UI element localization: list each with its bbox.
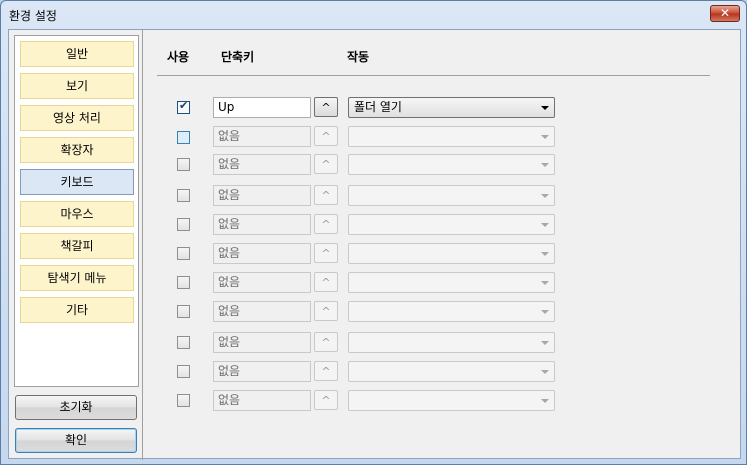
reset-button[interactable]: 초기화: [15, 395, 137, 420]
sidebar-item-explorer-menu[interactable]: 탐색기 메뉴: [20, 265, 134, 291]
action-select[interactable]: [348, 332, 555, 353]
modifier-button[interactable]: ^: [314, 301, 338, 321]
shortcut-input[interactable]: 없음: [213, 214, 311, 235]
ok-button[interactable]: 확인: [15, 428, 137, 453]
title-bar[interactable]: 환경 설정 ✕: [1, 1, 746, 29]
sidebar-item-other[interactable]: 기타: [20, 297, 134, 323]
use-checkbox[interactable]: [177, 158, 190, 171]
reset-button-label: 초기화: [59, 400, 93, 414]
column-header-shortcut: 단축키: [221, 50, 255, 64]
modifier-button[interactable]: ^: [314, 97, 338, 117]
sidebar-item-label: 일반: [65, 47, 89, 61]
modifier-button[interactable]: ^: [314, 185, 338, 205]
shortcut-input[interactable]: 없음: [213, 185, 311, 206]
sidebar-item-label: 탐색기 메뉴: [47, 271, 107, 285]
chevron-down-icon: [541, 399, 549, 403]
sidebar-item-general[interactable]: 일반: [20, 41, 134, 67]
modifier-button[interactable]: ^: [314, 154, 338, 174]
close-icon: ✕: [719, 6, 731, 20]
action-select[interactable]: [348, 185, 555, 206]
column-header-action: 작동: [347, 50, 370, 64]
modifier-button[interactable]: ^: [314, 214, 338, 234]
use-checkbox[interactable]: [177, 131, 190, 144]
shortcut-input[interactable]: 없음: [213, 154, 311, 175]
sidebar-item-label: 확장자: [60, 143, 94, 157]
use-checkbox[interactable]: [177, 336, 190, 349]
header-divider: [157, 75, 710, 76]
sidebar-item-keyboard[interactable]: 키보드: [20, 169, 134, 195]
action-select[interactable]: [348, 390, 555, 411]
use-checkbox[interactable]: [177, 189, 190, 202]
panel-divider: [142, 30, 143, 460]
action-select[interactable]: [348, 126, 555, 147]
use-checkbox[interactable]: [177, 218, 190, 231]
shortcut-input[interactable]: 없음: [213, 390, 311, 411]
category-list: 일반 보기 영상 처리 확장자 키보드 마우스 책갈피 탐색기 메뉴 기타: [14, 35, 139, 387]
chevron-down-icon: [541, 281, 549, 285]
dialog-body: 일반 보기 영상 처리 확장자 키보드 마우스 책갈피 탐색기 메뉴 기타 초기…: [8, 29, 741, 460]
shortcut-input[interactable]: 없음: [213, 243, 311, 264]
sidebar-item-view[interactable]: 보기: [20, 73, 134, 99]
action-select[interactable]: [348, 361, 555, 382]
window-title: 환경 설정: [9, 9, 57, 23]
chevron-down-icon: [541, 310, 549, 314]
close-button[interactable]: ✕: [710, 5, 740, 22]
check-icon: ✔: [179, 99, 189, 112]
modifier-button[interactable]: ^: [314, 332, 338, 352]
shortcut-input[interactable]: 없음: [213, 272, 311, 293]
action-select[interactable]: [348, 154, 555, 175]
use-checkbox[interactable]: [177, 247, 190, 260]
chevron-down-icon: [541, 223, 549, 227]
sidebar-item-bookmarks[interactable]: 책갈피: [20, 233, 134, 259]
column-header-use: 사용: [167, 50, 190, 64]
sidebar-item-image-processing[interactable]: 영상 처리: [20, 105, 134, 131]
shortcut-input[interactable]: 없음: [213, 361, 311, 382]
chevron-down-icon: [541, 341, 549, 345]
action-select[interactable]: [348, 301, 555, 322]
modifier-button[interactable]: ^: [314, 390, 338, 410]
action-select[interactable]: [348, 243, 555, 264]
chevron-down-icon: [541, 370, 549, 374]
chevron-down-icon: [541, 106, 549, 110]
sidebar-item-label: 키보드: [60, 175, 94, 189]
shortcut-input[interactable]: 없음: [213, 301, 311, 322]
chevron-down-icon: [541, 194, 549, 198]
use-checkbox[interactable]: [177, 394, 190, 407]
action-select[interactable]: [348, 214, 555, 235]
sidebar-item-label: 기타: [65, 303, 89, 317]
shortcut-input[interactable]: 없음: [213, 126, 311, 147]
modifier-button[interactable]: ^: [314, 126, 338, 146]
action-select-value: 폴더 열기: [354, 100, 402, 114]
chevron-down-icon: [541, 135, 549, 139]
ok-button-label: 확인: [64, 433, 88, 447]
sidebar-item-label: 마우스: [60, 207, 94, 221]
action-select[interactable]: [348, 272, 555, 293]
shortcut-input[interactable]: Up: [213, 97, 311, 118]
chevron-down-icon: [541, 252, 549, 256]
sidebar-item-label: 보기: [65, 79, 89, 93]
shortcut-input[interactable]: 없음: [213, 332, 311, 353]
modifier-button[interactable]: ^: [314, 243, 338, 263]
action-select[interactable]: 폴더 열기: [348, 97, 555, 118]
sidebar-item-label: 책갈피: [60, 239, 94, 253]
use-checkbox[interactable]: [177, 305, 190, 318]
sidebar-item-mouse[interactable]: 마우스: [20, 201, 134, 227]
use-checkbox[interactable]: [177, 276, 190, 289]
modifier-button[interactable]: ^: [314, 272, 338, 292]
sidebar-item-extensions[interactable]: 확장자: [20, 137, 134, 163]
chevron-down-icon: [541, 163, 549, 167]
use-checkbox[interactable]: [177, 365, 190, 378]
sidebar-item-label: 영상 처리: [53, 111, 101, 125]
settings-window: 환경 설정 ✕ 일반 보기 영상 처리 확장자 키보드 마우스 책갈피 탐색기 …: [0, 0, 747, 465]
use-checkbox[interactable]: ✔: [177, 99, 190, 114]
modifier-button[interactable]: ^: [314, 361, 338, 381]
